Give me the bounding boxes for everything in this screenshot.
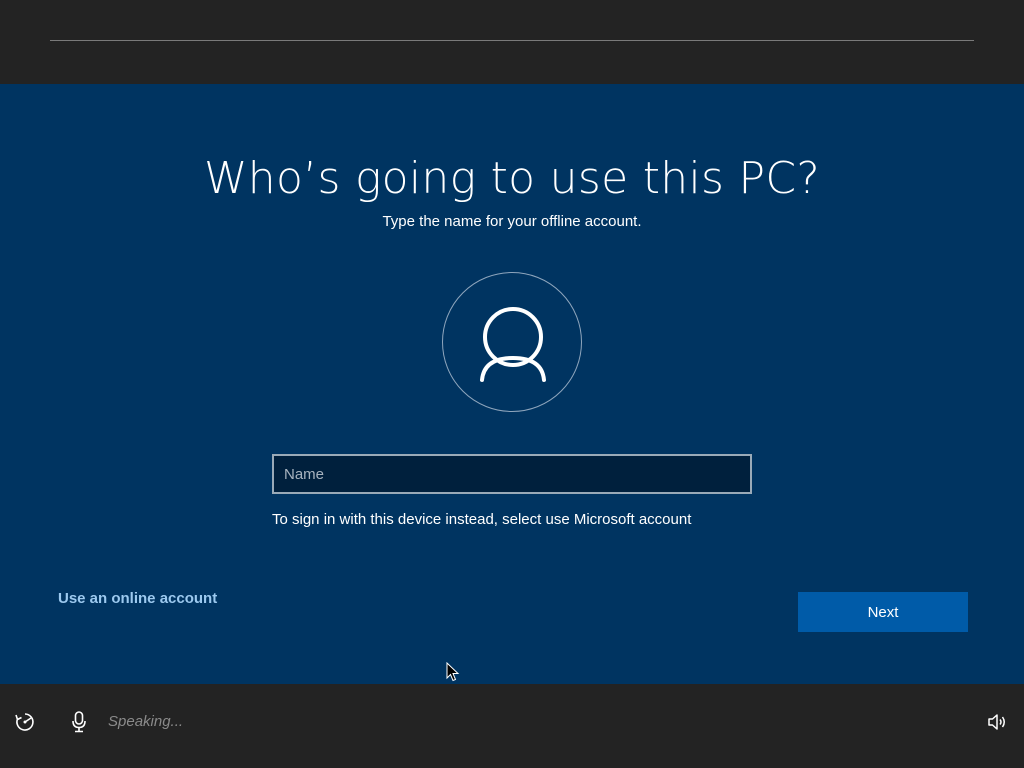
volume-icon[interactable] [987, 712, 1007, 732]
setup-panel: Who’s going to use this PC? Type the nam… [0, 84, 1024, 684]
name-input[interactable] [272, 454, 752, 494]
page-title: Who’s going to use this PC? [203, 153, 821, 204]
top-bar [0, 0, 1024, 84]
next-button[interactable]: Next [798, 592, 968, 632]
user-icon [480, 307, 546, 382]
mouse-cursor-icon [446, 662, 460, 682]
microphone-icon[interactable] [70, 711, 88, 733]
ease-of-access-icon[interactable] [14, 711, 36, 733]
page-subtitle: Type the name for your offline account. [382, 213, 642, 230]
avatar [442, 272, 582, 412]
progress-line [50, 40, 974, 41]
use-online-account-link[interactable]: Use an online account [58, 590, 217, 608]
microsoft-account-hint: To sign in with this device instead, sel… [272, 511, 692, 528]
speech-status: Speaking... [108, 713, 184, 730]
bottom-bar: Speaking... [0, 684, 1024, 768]
